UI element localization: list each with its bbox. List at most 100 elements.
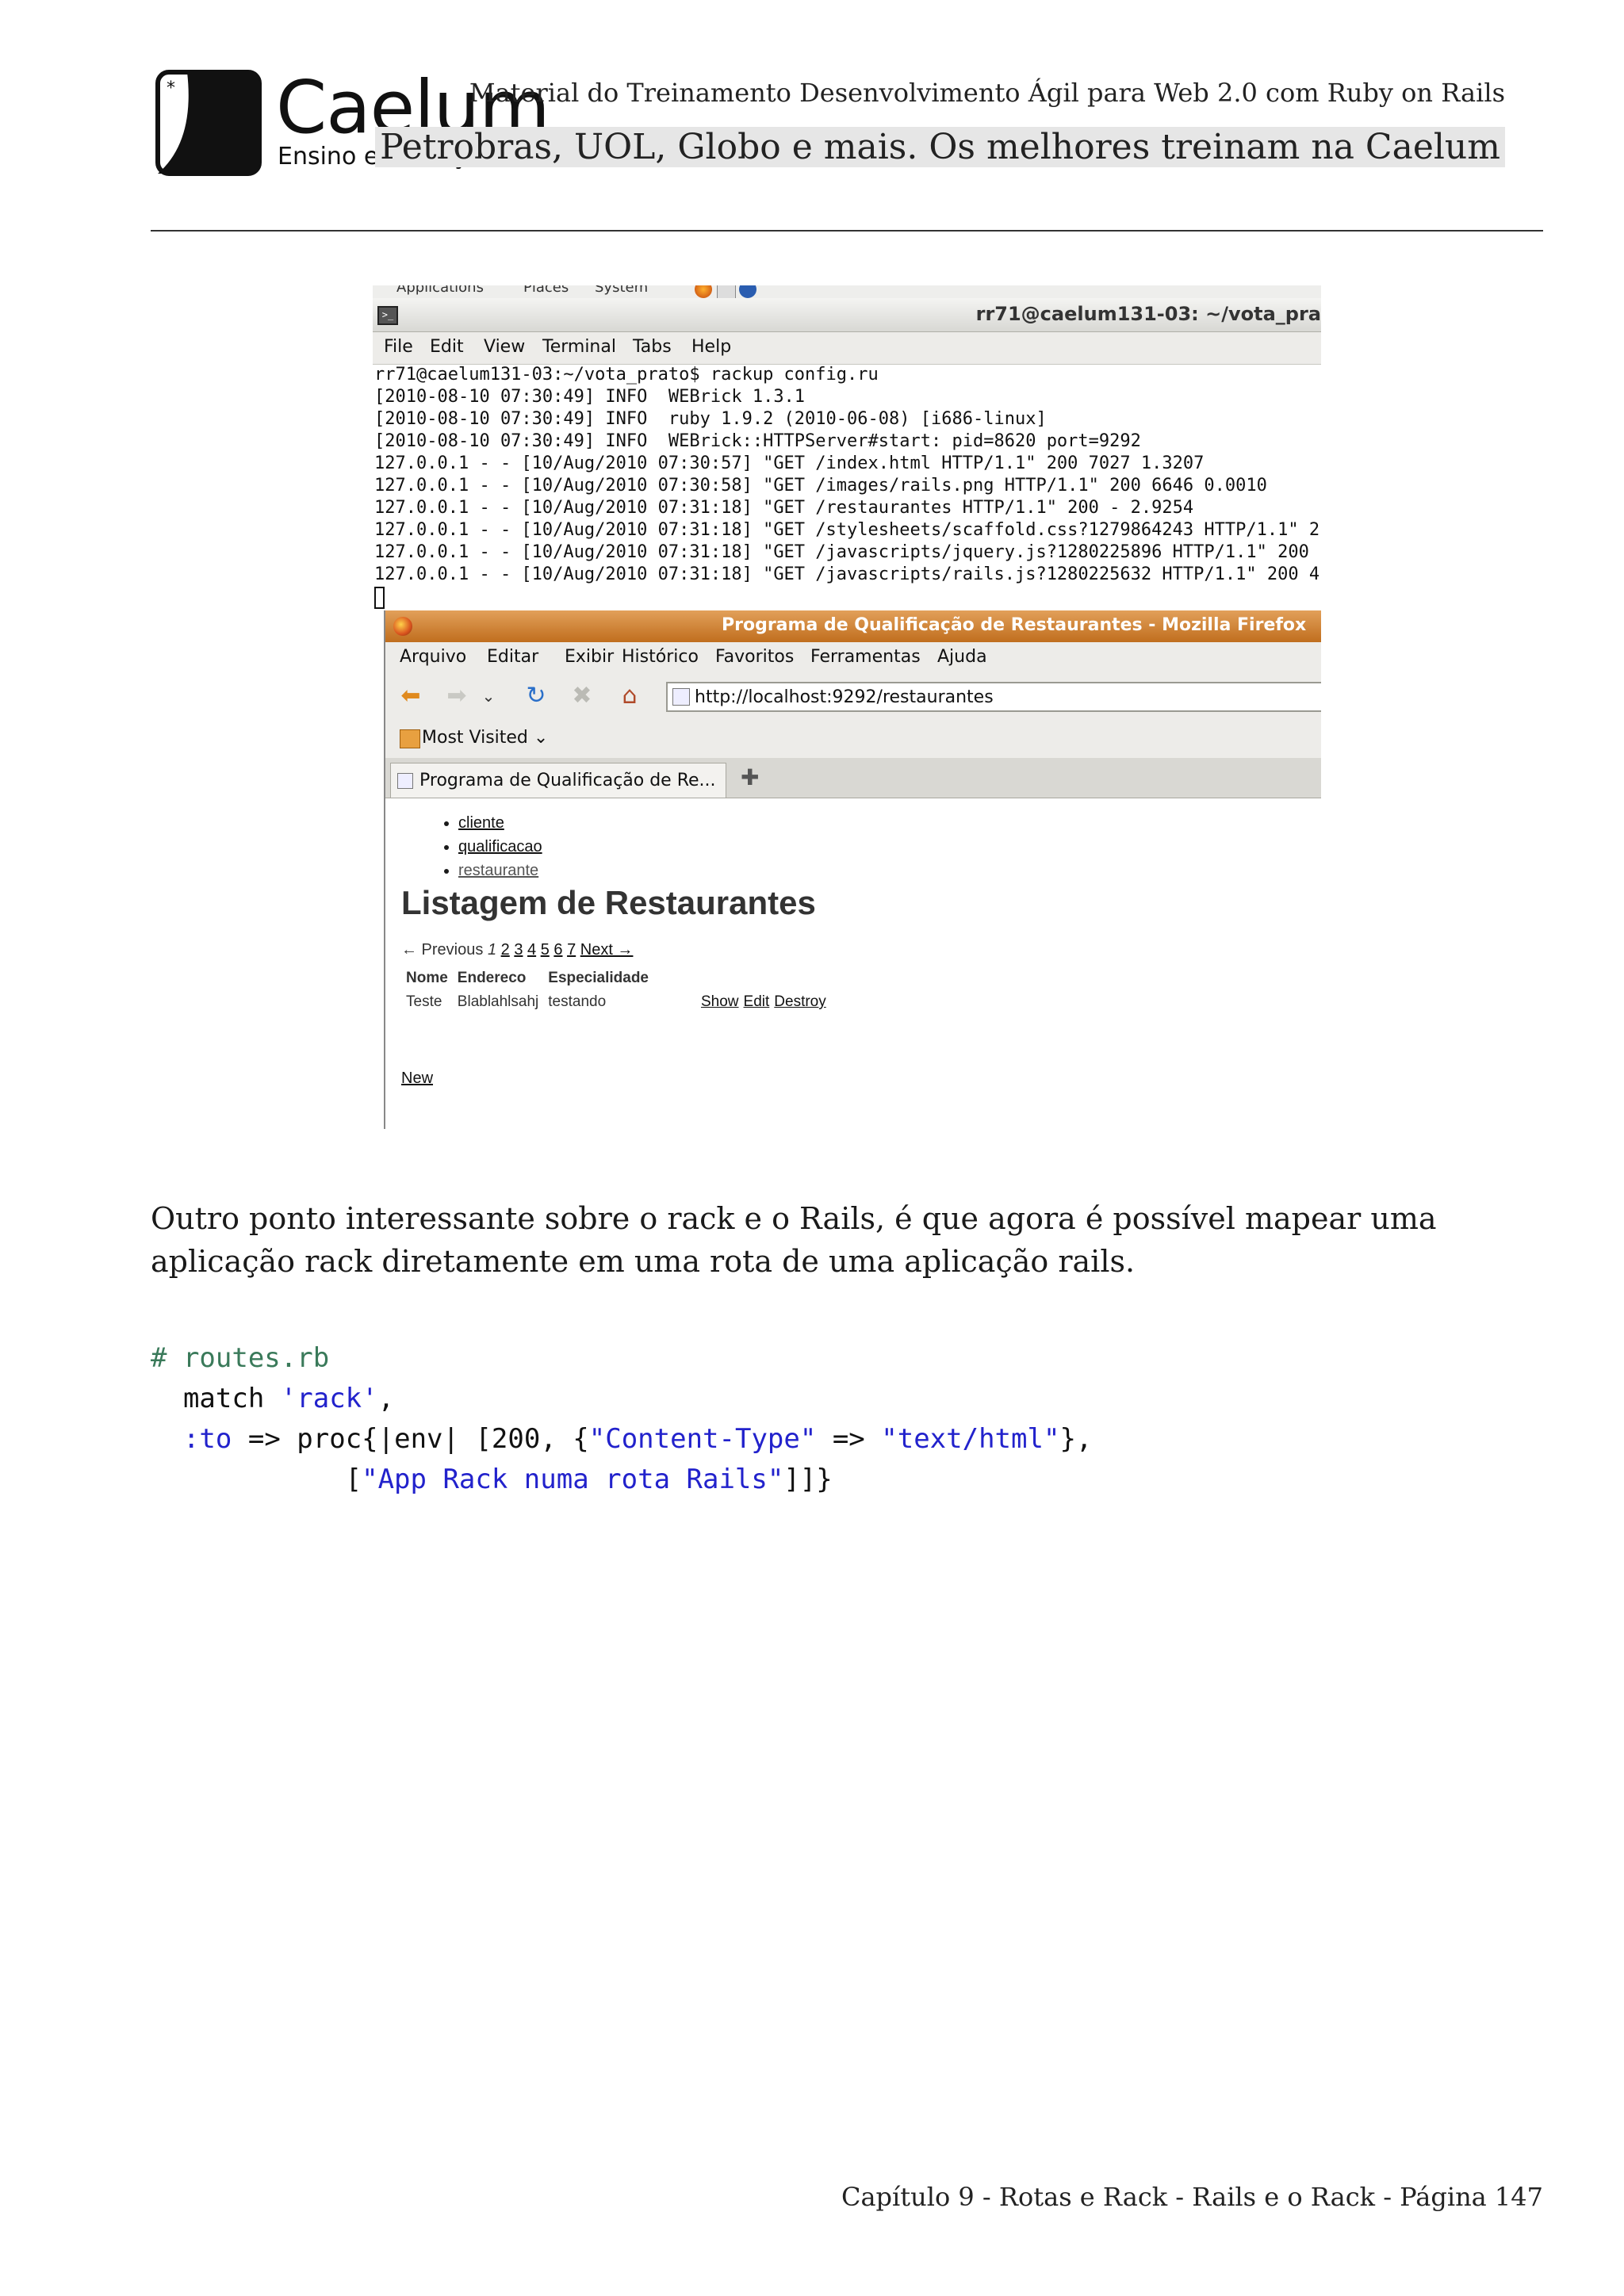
- terminal-menu-help[interactable]: Help: [691, 337, 731, 357]
- terminal-line: 127.0.0.1 - - [10/Aug/2010 07:31:18] "GE…: [374, 498, 1194, 518]
- ff-menu-ajuda[interactable]: Ajuda: [937, 647, 987, 667]
- terminal-menu-tabs[interactable]: Tabs: [633, 337, 672, 357]
- cell-nome: Teste: [406, 993, 442, 1010]
- ff-menu-arquivo[interactable]: Arquivo: [400, 647, 466, 667]
- pager-page[interactable]: 7: [567, 941, 576, 959]
- bookmark-folder-icon: [400, 729, 420, 748]
- pager-page[interactable]: 2: [501, 941, 510, 959]
- header-line-1: Material do Treinamento Desenvolvimento …: [469, 78, 1505, 108]
- code-match: match: [182, 1383, 265, 1414]
- url-bar[interactable]: http://localhost:9292/restaurantes: [666, 682, 1321, 712]
- terminal-menu-terminal[interactable]: Terminal: [542, 337, 616, 357]
- terminal-cursor: [374, 587, 385, 609]
- destroy-link[interactable]: Destroy: [774, 993, 825, 1010]
- firefox-window: Programa de Qualificação de Restaurantes…: [384, 610, 1321, 1129]
- terminal-title: rr71@caelum131-03: ~/vota_pra: [975, 303, 1321, 325]
- chevron-down-icon: ⌄: [533, 728, 549, 748]
- pager-page[interactable]: 6: [553, 941, 562, 959]
- link-cliente[interactable]: cliente: [458, 814, 504, 832]
- back-arrow-icon[interactable]: ⬅: [396, 682, 425, 710]
- web-page-content: cliente qualificacao restaurante Listage…: [385, 798, 1321, 1129]
- new-tab-plus-icon[interactable]: ✚: [741, 764, 759, 790]
- code-block: # routes.rb match 'rack', :to => proc{|e…: [151, 1342, 1093, 1495]
- site-identity-icon[interactable]: [672, 688, 690, 706]
- tab-page-icon: [397, 773, 413, 789]
- code-arrow-2: =>: [832, 1423, 865, 1455]
- ff-menu-editar[interactable]: Editar: [487, 647, 538, 667]
- code-proc: proc{|env| [200, {: [297, 1423, 589, 1455]
- terminal-menubar: File Edit View Terminal Tabs Help: [373, 332, 1321, 365]
- ff-menu-exibir[interactable]: Exibir: [565, 647, 614, 667]
- link-restaurante[interactable]: restaurante: [458, 862, 538, 879]
- code-arrow: =>: [247, 1423, 281, 1455]
- code-content-type-key: "Content-Type": [588, 1423, 817, 1455]
- most-visited-label: Most Visited: [422, 728, 528, 748]
- page-heading: Listagem de Restaurantes: [401, 884, 816, 921]
- terminal-menu-file[interactable]: File: [384, 337, 413, 357]
- nav-item-qualificacao: qualificacao: [458, 835, 542, 859]
- pager-previous: ← Previous: [401, 941, 484, 959]
- terminal-line: [2010-08-10 07:30:49] INFO ruby 1.9.2 (2…: [374, 409, 1047, 429]
- history-dropdown-icon[interactable]: ⌄: [474, 682, 503, 710]
- pager-page[interactable]: 3: [514, 941, 523, 959]
- reload-icon[interactable]: ↻: [522, 682, 550, 710]
- firefox-launcher-icon[interactable]: [695, 285, 712, 298]
- terminal-line: 127.0.0.1 - - [10/Aug/2010 07:31:18] "GE…: [374, 542, 1309, 562]
- body-paragraph: Outro ponto interessante sobre o rack e …: [151, 1201, 1437, 1279]
- home-icon[interactable]: ⌂: [615, 682, 644, 710]
- column-header: Nome: [406, 970, 448, 986]
- stop-icon[interactable]: ✖: [568, 682, 596, 710]
- restaurants-table: Nome Endereco Especialidade Teste Blabla…: [401, 968, 836, 1016]
- firefox-navbar: ⬅ ➡ ⌄ ↻ ✖ ⌂ http://localhost:9292/restau…: [385, 674, 1321, 718]
- terminal-titlebar[interactable]: >_ rr71@caelum131-03: ~/vota_pra: [373, 298, 1321, 332]
- page-footer: Capítulo 9 - Rotas e Rack - Rails e o Ra…: [841, 2182, 1543, 2212]
- code-to-symbol: :to: [182, 1423, 232, 1455]
- terminal-line: 127.0.0.1 - - [10/Aug/2010 07:31:18] "GE…: [374, 564, 1320, 584]
- code-content-type-value: "text/html": [881, 1423, 1060, 1455]
- pager-page[interactable]: 5: [541, 941, 550, 959]
- table-row: Teste Blablahlsahj testando Show Edit Dest…: [401, 989, 836, 1016]
- terminal-menu-edit[interactable]: Edit: [430, 337, 464, 357]
- gnome-menu-system[interactable]: System: [595, 285, 648, 296]
- terminal-line: [2010-08-10 07:30:49] INFO WEBrick 1.3.1: [374, 387, 806, 407]
- show-link[interactable]: Show: [701, 993, 739, 1010]
- nav-item-restaurante: restaurante: [458, 859, 542, 882]
- pagination: ← Previous 1 2 3 4 5 6 7 Next →: [401, 941, 633, 959]
- firefox-icon: [393, 617, 412, 636]
- column-header: Especialidade: [548, 970, 649, 986]
- tab-restaurantes[interactable]: Programa de Qualificação de Re...: [390, 763, 726, 798]
- firefox-title: Programa de Qualificação de Restaurantes…: [722, 615, 1307, 635]
- bookmarks-toolbar: Most Visited ⌄: [385, 718, 1321, 758]
- link-qualificacao[interactable]: qualificacao: [458, 838, 542, 855]
- mail-launcher-icon[interactable]: [717, 285, 736, 298]
- column-header: Endereco: [457, 970, 527, 986]
- terminal-menu-view[interactable]: View: [484, 337, 525, 357]
- help-launcher-icon[interactable]: [739, 285, 756, 298]
- code-body-string: "App Rack numa rota Rails": [362, 1464, 784, 1495]
- terminal-icon: >_: [377, 306, 398, 325]
- ff-menu-favoritos[interactable]: Favoritos: [715, 647, 794, 667]
- firefox-menubar: Arquivo Editar Exibir Histórico Favorito…: [385, 642, 1321, 674]
- new-restaurant-link[interactable]: New: [401, 1070, 433, 1088]
- embedded-screenshot: Applications Places System >_ rr71@caelu…: [373, 285, 1321, 1129]
- svg-text:*: *: [167, 78, 175, 98]
- header-rule: [151, 230, 1543, 232]
- pager-next[interactable]: Next →: [580, 941, 634, 959]
- tab-title: Programa de Qualificação de Re...: [419, 771, 716, 790]
- terminal-line: 127.0.0.1 - - [10/Aug/2010 07:31:18] "GE…: [374, 520, 1320, 540]
- code-match-string: 'rack': [280, 1383, 378, 1414]
- forward-arrow-icon[interactable]: ➡: [442, 682, 471, 710]
- ff-menu-ferramentas[interactable]: Ferramentas: [810, 647, 921, 667]
- terminal-line: 127.0.0.1 - - [10/Aug/2010 07:30:57] "GE…: [374, 453, 1205, 473]
- header-line-2: Petrobras, UOL, Globo e mais. Os melhore…: [375, 127, 1505, 167]
- cell-especialidade: testando: [548, 993, 607, 1010]
- nav-item-cliente: cliente: [458, 811, 542, 835]
- edit-link[interactable]: Edit: [744, 993, 770, 1010]
- gnome-panel: Applications Places System: [373, 285, 1321, 298]
- gnome-menu-places[interactable]: Places: [523, 285, 569, 296]
- pager-page[interactable]: 4: [527, 941, 536, 959]
- firefox-titlebar[interactable]: Programa de Qualificação de Restaurantes…: [385, 610, 1321, 642]
- ff-menu-historico[interactable]: Histórico: [622, 647, 699, 667]
- gnome-menu-applications[interactable]: Applications: [396, 285, 484, 296]
- most-visited-bookmark[interactable]: Most Visited ⌄: [422, 728, 548, 748]
